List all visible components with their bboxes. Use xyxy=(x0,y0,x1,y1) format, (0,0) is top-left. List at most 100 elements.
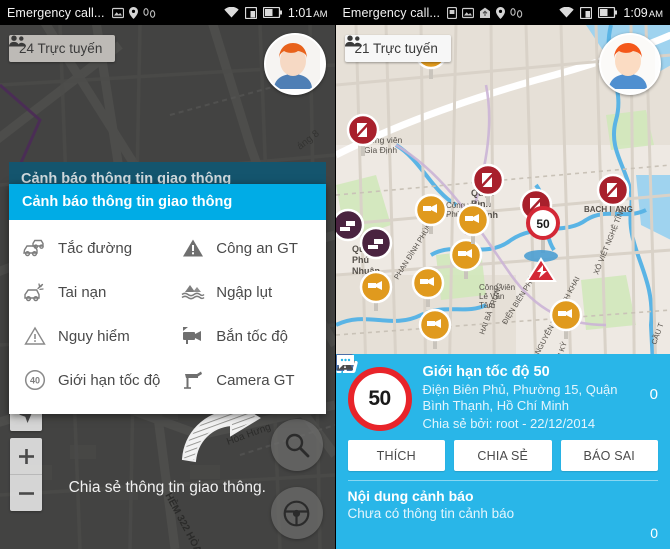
avatar[interactable] xyxy=(599,33,661,95)
comment-icon xyxy=(336,355,354,369)
dialog-header: Cảnh báo thông tin giao thông xyxy=(9,184,326,220)
like-button-label: THÍCH xyxy=(376,448,416,463)
right-panel: Emergency call... 1:09AM Công viên Gia Đ… xyxy=(335,0,670,549)
plus-icon xyxy=(18,448,34,464)
like-counter[interactable]: 0 xyxy=(336,354,658,403)
online-count-label: 24 Trực tuyến xyxy=(19,41,103,56)
card-address-line-2: Bình Thạnh, Hồ Chí Minh xyxy=(422,398,569,413)
dialog-option-label: Giới hạn tốc độ xyxy=(58,371,161,389)
map-label: Gia Định xyxy=(364,145,397,155)
svg-text:40: 40 xyxy=(30,376,40,386)
speed-limit-value: 50 xyxy=(368,387,391,410)
svg-text:50: 50 xyxy=(536,217,550,231)
share-button-label: CHIA SẺ xyxy=(477,448,529,463)
wifi-icon xyxy=(224,7,239,18)
search-fab[interactable] xyxy=(270,419,323,471)
dialog-option-label: Nguy hiểm xyxy=(58,327,130,345)
people-icon xyxy=(9,35,26,47)
battery-icon xyxy=(262,7,282,18)
speed-limit-sign: 50 xyxy=(347,367,412,431)
dialog-option-accident[interactable]: Tai nạn xyxy=(9,270,167,314)
signal-icon xyxy=(244,6,257,19)
dialog-option-label: Camera GT xyxy=(216,371,295,389)
share-button[interactable]: CHIA SẺ xyxy=(335,354,552,471)
dialog-option-label: Tắc đường xyxy=(58,239,133,257)
alert-content-empty-text: Chưa có thông tin cảnh báo xyxy=(347,506,515,521)
card-action-buttons: THÍCH CHIA SẺ BÁO SAI xyxy=(335,354,658,471)
status-bar-right: Emergency call... 1:09AM xyxy=(335,0,670,25)
left-panel: Emergency call... 1:01AM áng 8 Hòa Hưng … xyxy=(0,0,336,549)
card-title: Giới hạn tốc độ 50 xyxy=(422,364,550,380)
status-bar-clock: 1:01AM xyxy=(287,5,328,20)
police-warning-icon xyxy=(181,237,205,259)
comment-counter[interactable]: 0 xyxy=(336,355,658,541)
location-icon xyxy=(128,6,138,19)
report-wrong-button-label: BÁO SAI xyxy=(583,448,635,463)
upload-icon xyxy=(480,7,491,18)
dialog-option-label: Ngập lụt xyxy=(216,283,273,301)
driving-mode-fab[interactable] xyxy=(270,487,323,539)
traffic-alert-dialog: Cảnh báo thông tin giao thông Tắc đường … xyxy=(9,184,326,414)
online-count-pill[interactable]: 21 Trực tuyến xyxy=(344,35,451,62)
location-icon xyxy=(496,6,506,19)
like-button[interactable]: THÍCH xyxy=(336,354,445,471)
battery-icon xyxy=(598,7,618,18)
sim-icon xyxy=(447,6,458,19)
speed-limit-icon: 40 xyxy=(23,369,47,391)
status-bar-right-icons: 1:09AM xyxy=(559,6,663,20)
card-shared-by: Chia sẻ bởi: root - 22/12/2014 xyxy=(422,416,596,431)
dialog-option-danger[interactable]: Nguy hiểm xyxy=(9,314,167,358)
zoom-control-group xyxy=(10,438,42,511)
status-bar-right-icons: 1:01AM xyxy=(224,6,328,20)
status-bar-icon-group xyxy=(447,6,523,19)
map-label: Phú xyxy=(352,255,369,265)
dialog-option-police[interactable]: Công an GT xyxy=(167,226,325,270)
marker-traffic-jam xyxy=(335,208,364,242)
dialog-option-speed-limit[interactable]: 40 Giới hạn tốc độ xyxy=(9,358,167,402)
alert-content-title: Nội dung cảnh báo xyxy=(347,488,474,504)
flood-icon xyxy=(181,281,205,303)
card-header-row: 50 Giới hạn tốc độ 50 Điện Biên Phủ, Phư… xyxy=(336,354,658,431)
people-icon xyxy=(344,35,362,47)
footprints-icon xyxy=(510,7,523,18)
status-bar-title: Emergency call... xyxy=(7,5,105,20)
dialog-options-grid: Tắc đường Công an GT Tai nạn Ngập lụt Ng… xyxy=(9,220,326,414)
status-bar-icon-group xyxy=(111,6,156,19)
like-count: 0 xyxy=(649,386,658,403)
card-details: Giới hạn tốc độ 50 Điện Biên Phủ, Phường… xyxy=(423,364,639,431)
zoom-in-button[interactable] xyxy=(10,438,42,474)
wifi-icon xyxy=(559,7,575,18)
dialog-option-label: Bắn tốc độ xyxy=(216,327,288,345)
dialog-option-label: Công an GT xyxy=(216,239,298,257)
dialog-option-traffic-camera[interactable]: Camera GT xyxy=(167,358,325,402)
search-icon xyxy=(285,433,309,458)
traffic-camera-icon xyxy=(181,369,205,391)
comment-count: 0 xyxy=(650,525,658,541)
signal-icon xyxy=(580,6,593,19)
map-canvas-right[interactable]: Công viên Gia Định Quận Bình Thạnh Quận … xyxy=(335,25,670,549)
card-address-line-1: Điện Biên Phủ, Phường 15, Quận xyxy=(422,382,618,397)
marker-traffic-jam xyxy=(359,226,392,260)
report-wrong-button[interactable]: BÁO SAI xyxy=(336,355,658,471)
dialog-option-traffic-jam[interactable]: Tắc đường xyxy=(9,226,167,270)
card-divider xyxy=(347,480,658,481)
speed-trap-icon xyxy=(181,325,205,347)
dialog-option-speed-trap[interactable]: Bắn tốc độ xyxy=(167,314,325,358)
screenshot-icon xyxy=(462,7,475,18)
status-bar-left: Emergency call... 1:01AM xyxy=(0,0,335,25)
dialog-title: Cảnh báo thông tin giao thông xyxy=(22,194,233,210)
avatar[interactable] xyxy=(263,33,326,95)
online-count-pill[interactable]: 24 Trực tuyến xyxy=(9,35,116,62)
dual-screenshot: Emergency call... 1:01AM áng 8 Hòa Hưng … xyxy=(0,0,670,549)
danger-icon xyxy=(23,325,47,347)
accident-icon xyxy=(23,281,47,303)
traffic-jam-icon xyxy=(23,237,47,259)
alert-info-card: 50 Giới hạn tốc độ 50 Điện Biên Phủ, Phư… xyxy=(335,354,670,549)
online-count-label: 21 Trực tuyến xyxy=(354,41,438,56)
status-bar-clock: 1:09AM xyxy=(623,5,663,20)
footprints-icon xyxy=(142,7,155,18)
screenshot-icon xyxy=(111,7,124,18)
steering-wheel-icon xyxy=(283,500,310,526)
dialog-option-flood[interactable]: Ngập lụt xyxy=(167,270,325,314)
status-bar-title: Emergency call... xyxy=(342,5,441,20)
